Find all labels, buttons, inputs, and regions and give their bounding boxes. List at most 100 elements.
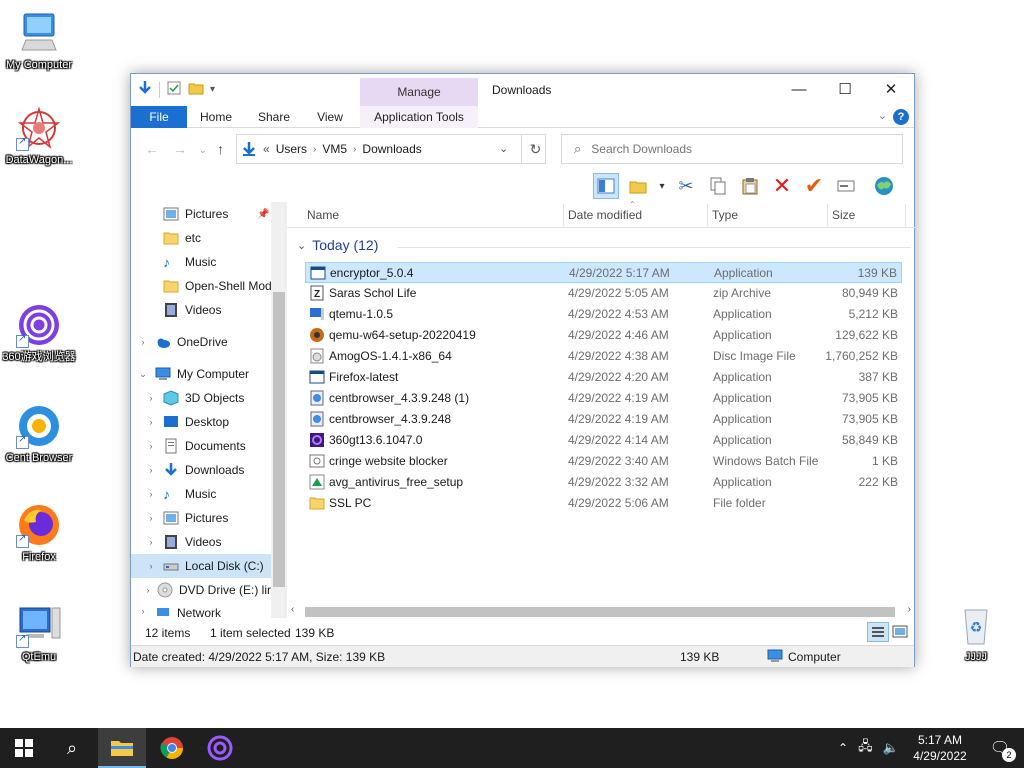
recent-locations-icon[interactable]: ⌄ [199,145,207,156]
search-button[interactable]: ⌕ [48,728,96,768]
desktop-icon-cent-browser[interactable]: Cent Browser [0,403,78,465]
table-row[interactable]: qtemu-1.0.5 4/29/2022 4:53 AM Applicatio… [305,304,902,325]
nav-pane-scrollbar[interactable] [271,202,287,618]
chevron-down-icon[interactable]: ⌄ [297,239,306,252]
nav-item-onedrive[interactable]: › OneDrive [131,330,271,354]
desktop-icon-360-browser[interactable]: 360游戏浏览器 [0,302,78,364]
customize-qat-icon[interactable]: ▾ [210,84,215,95]
taskbar-360-browser[interactable] [196,728,244,768]
minimize-button[interactable]: — [776,74,822,106]
nav-item-etc[interactable]: etc [131,226,271,250]
tab-application-tools[interactable]: Application Tools [360,106,478,128]
chevron-right-icon[interactable]: › [145,441,157,451]
chevron-right-icon[interactable]: › [145,513,157,523]
table-row[interactable]: centbrowser_4.3.9.248 (1) 4/29/2022 4:19… [305,388,902,409]
chevron-right-icon[interactable]: › [145,465,157,475]
nav-item-pictures-pinned[interactable]: Pictures 📌 [131,202,271,226]
horizontal-scrollbar[interactable]: ‹ › [287,604,915,620]
table-row[interactable]: AmogOS-1.4.1-x86_64 4/29/2022 4:38 AM Di… [305,346,902,367]
breadcrumb-overflow[interactable]: « [263,142,270,156]
nav-item-local-disk-c[interactable]: › Local Disk (C:) [131,554,271,578]
checkmark-icon[interactable]: ✔ [801,173,827,199]
table-row[interactable]: 360gt13.6.1047.0 4/29/2022 4:14 AM Appli… [305,430,902,451]
nav-item-open-shell[interactable]: Open-Shell Mod [131,274,271,298]
desktop-icon-recycle-bin[interactable]: ♻ JJJJ [937,602,1015,664]
column-header-type[interactable]: Type [712,208,738,222]
maximize-button[interactable]: ☐ [822,74,868,106]
nav-item-desktop[interactable]: › Desktop [131,410,271,434]
breadcrumb-separator-icon[interactable]: › [353,144,356,155]
column-divider[interactable] [563,204,564,226]
taskbar-clock[interactable]: 5:17 AM 4/29/2022 [905,732,975,764]
column-divider[interactable] [707,204,708,226]
group-header-today[interactable]: ⌄ Today (12) [297,237,378,253]
tab-view[interactable]: View [307,106,353,128]
pin-icon[interactable]: 📌 [257,209,269,220]
nav-item-dvd-drive[interactable]: › DVD Drive (E:) lir [131,578,271,602]
chevron-right-icon[interactable]: › [145,561,157,571]
tab-home[interactable]: Home [193,106,239,128]
action-center-button[interactable]: 🗨 2 [976,728,1024,768]
copy-icon[interactable] [705,173,731,199]
folder-options-icon[interactable] [625,173,651,199]
nav-item-videos-quick[interactable]: Videos [131,298,271,322]
cut-icon[interactable]: ✂ [673,173,699,199]
properties-icon[interactable] [166,80,182,99]
nav-item-3d-objects[interactable]: › 3D Objects [131,386,271,410]
chevron-right-icon[interactable]: › [145,585,151,595]
scroll-right-icon[interactable]: › [908,604,911,615]
help-icon[interactable]: ? [893,109,909,125]
desktop-icon-datawagon[interactable]: DataWagon... [0,105,78,167]
nav-item-downloads[interactable]: › Downloads [131,458,271,482]
desktop-icon-qtemu[interactable]: QtEmu [0,602,78,664]
network-status-icon[interactable]: 🖧 [858,737,873,759]
delete-icon[interactable]: ✕ [769,173,795,199]
volume-icon[interactable]: 🔈 [883,740,899,756]
column-header-size[interactable]: Size [832,208,855,222]
tab-share[interactable]: Share [251,106,297,128]
large-icons-view-icon[interactable] [891,623,909,644]
tab-file[interactable]: File [131,106,187,128]
breadcrumb-users[interactable]: Users [276,142,307,156]
desktop-icon-firefox[interactable]: Firefox [0,502,78,564]
search-box[interactable]: ⌕ [561,134,903,164]
nav-item-documents[interactable]: › Documents [131,434,271,458]
table-row[interactable]: Z Saras Schol Life 4/29/2022 5:05 AM zip… [305,283,902,304]
table-row[interactable]: SSL PC 4/29/2022 5:06 AM File folder [305,493,902,514]
nav-item-pictures[interactable]: › Pictures [131,506,271,530]
table-row[interactable]: centbrowser_4.3.9.248 4/29/2022 4:19 AM … [305,409,902,430]
up-arrow-icon[interactable]: ↑ [217,141,224,157]
chevron-right-icon[interactable]: › [145,393,157,403]
new-folder-icon[interactable] [188,80,204,99]
forward-arrow-icon[interactable]: → [173,141,187,157]
address-dropdown-icon[interactable]: ⌄ [499,142,508,155]
column-divider[interactable] [827,204,828,226]
column-header-name[interactable]: Name [307,208,339,222]
search-input[interactable] [591,142,842,156]
start-button[interactable] [0,728,48,768]
details-view-icon[interactable] [867,622,889,642]
taskbar-chrome[interactable] [148,728,196,768]
paste-icon[interactable] [737,173,763,199]
breadcrumb-separator-icon[interactable]: › [313,144,316,155]
table-row[interactable]: avg_antivirus_free_setup 4/29/2022 3:32 … [305,472,902,493]
back-arrow-icon[interactable]: ← [145,141,159,157]
preview-pane-icon[interactable] [593,173,619,199]
table-row[interactable]: Firefox-latest 4/29/2022 4:20 AM Applica… [305,367,902,388]
scroll-left-icon[interactable]: ‹ [291,604,294,615]
desktop-icon-my-computer[interactable]: My Computer [0,10,78,72]
address-bar[interactable]: « Users › VM5 › Downloads ⌄ [236,134,546,164]
chevron-right-icon[interactable]: › [145,417,157,427]
nav-item-videos[interactable]: › Videos [131,530,271,554]
horizontal-scrollbar-thumb[interactable] [305,607,895,617]
taskbar-file-explorer[interactable] [98,728,146,768]
chevron-right-icon[interactable]: › [145,489,157,499]
rename-icon[interactable] [833,173,859,199]
nav-item-my-computer[interactable]: ⌄ My Computer [131,362,271,386]
table-row[interactable]: cringe website blocker 4/29/2022 3:40 AM… [305,451,902,472]
nav-item-music-quick[interactable]: ♪ Music [131,250,271,274]
nav-item-music[interactable]: › ♪ Music [131,482,271,506]
chevron-right-icon[interactable]: › [137,337,149,347]
internet-options-icon[interactable] [871,173,897,199]
breadcrumb-vm5[interactable]: VM5 [322,142,347,156]
